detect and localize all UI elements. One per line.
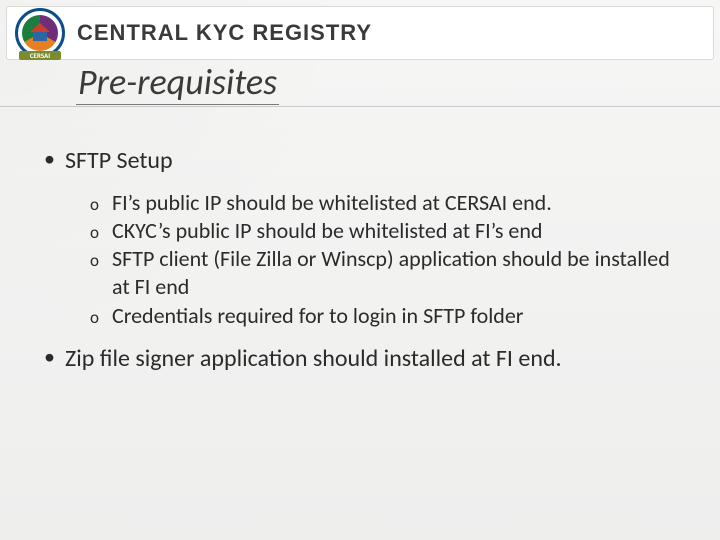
header-title: CENTRAL KYC REGISTRY — [77, 20, 372, 46]
open-bullet-icon: o — [90, 307, 104, 329]
bullet-dot-icon: • — [44, 346, 55, 368]
logo-tag-text: CERSAI — [19, 51, 61, 60]
sftp-sublist: o FI’s public IP should be whitelisted a… — [90, 189, 680, 330]
bullet-label: Zip file signer application should insta… — [65, 344, 562, 373]
bullet-label: SFTP Setup — [65, 146, 173, 175]
title-underline — [0, 106, 720, 107]
list-item: o FI’s public IP should be whitelisted a… — [90, 189, 680, 217]
list-item-text: SFTP client (File Zilla or Winscp) appli… — [112, 245, 680, 301]
open-bullet-icon: o — [90, 194, 104, 216]
list-item: o CKYC’s public IP should be whitelisted… — [90, 217, 680, 245]
list-item: o SFTP client (File Zilla or Winscp) app… — [90, 245, 680, 301]
page-title: Pre-requisites — [76, 64, 279, 105]
bullet-dot-icon: • — [44, 148, 55, 170]
list-item: o Credentials required for to login in S… — [90, 302, 680, 330]
cersai-logo: CERSAI — [15, 8, 65, 58]
list-item-text: FI’s public IP should be whitelisted at … — [112, 189, 680, 217]
open-bullet-icon: o — [90, 250, 104, 272]
content-area: • SFTP Setup o FI’s public IP should be … — [44, 146, 680, 387]
header-bar: CERSAI CENTRAL KYC REGISTRY — [6, 6, 714, 60]
bullet-zip-signer: • Zip file signer application should ins… — [44, 344, 680, 373]
bullet-sftp-setup: • SFTP Setup — [44, 146, 680, 175]
open-bullet-icon: o — [90, 222, 104, 244]
list-item-text: Credentials required for to login in SFT… — [112, 302, 680, 330]
list-item-text: CKYC’s public IP should be whitelisted a… — [112, 217, 680, 245]
